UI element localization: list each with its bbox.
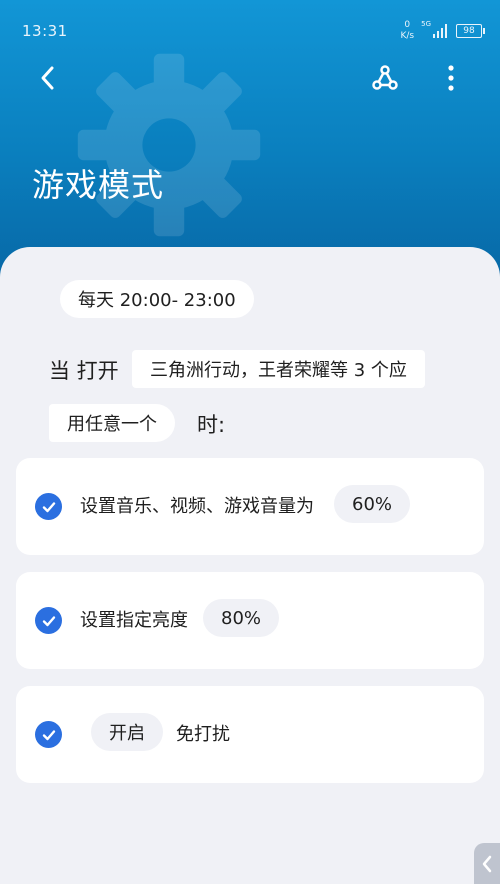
dnd-toggle-pill[interactable]: 开启 — [91, 713, 163, 751]
more-options-button[interactable] — [431, 58, 471, 98]
back-button[interactable] — [28, 58, 68, 98]
network-speed-unit: K/s — [400, 31, 415, 41]
side-handle[interactable] — [474, 843, 500, 884]
header: 13:31 0 K/s 5G 98 游戏模式 — [0, 0, 500, 280]
page-title: 游戏模式 — [32, 166, 165, 204]
chevron-left-icon — [482, 855, 492, 872]
network-speed: 0 K/s — [400, 20, 414, 42]
time-range-chip[interactable]: 每天 20:00- 23:00 — [60, 280, 254, 318]
status-icons: 0 K/s 5G 98 — [400, 18, 485, 44]
signal-icon — [433, 24, 447, 38]
more-vertical-icon — [448, 65, 454, 91]
gear-background-icon — [77, 53, 261, 237]
app-selection-chip[interactable]: 三角洲行动，王者荣耀等 3 个应 — [132, 350, 425, 388]
check-circle-icon[interactable] — [35, 493, 62, 520]
volume-action-label: 设置音乐、视频、游戏音量为 — [80, 496, 314, 517]
status-bar: 13:31 0 K/s 5G 98 — [0, 0, 500, 60]
battery-icon: 98 — [456, 24, 485, 38]
action-card-volume[interactable]: 设置音乐、视频、游戏音量为 60% — [16, 458, 484, 555]
brightness-value-pill[interactable]: 80% — [203, 599, 280, 637]
check-circle-icon[interactable] — [35, 607, 62, 634]
any-condition-chip[interactable]: 用任意一个 — [49, 404, 175, 442]
check-circle-icon[interactable] — [35, 721, 62, 748]
volume-value-pill[interactable]: 60% — [334, 485, 411, 523]
action-card-brightness[interactable]: 设置指定亮度 80% — [16, 572, 484, 669]
network-speed-value: 0 — [404, 20, 411, 30]
share-node-icon — [372, 65, 398, 90]
signal-type-label: 5G — [421, 20, 431, 28]
action-card-dnd[interactable]: 开启 免打扰 — [16, 686, 484, 783]
share-button[interactable] — [365, 58, 405, 98]
when-open-label: 当 打开 — [49, 359, 119, 383]
brightness-action-label: 设置指定亮度 — [80, 610, 188, 631]
dnd-action-label: 免打扰 — [176, 724, 230, 745]
battery-level: 98 — [463, 26, 475, 36]
content-sheet: 每天 20:00- 23:00 当 打开 三角洲行动，王者荣耀等 3 个应 用任… — [0, 247, 500, 884]
status-time: 13:31 — [22, 22, 68, 40]
trigger-suffix-label: 时: — [197, 413, 226, 437]
chevron-left-icon — [41, 66, 54, 90]
